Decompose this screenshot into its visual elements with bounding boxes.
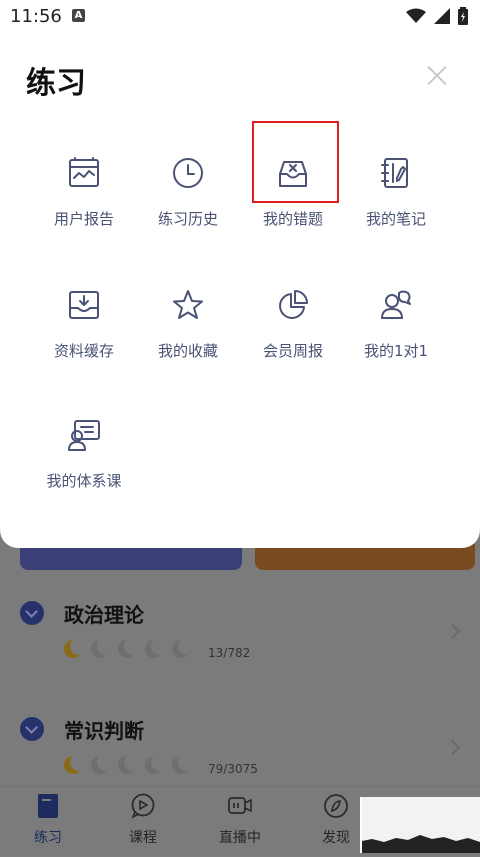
moon-icon <box>64 640 82 658</box>
teacher-board-icon <box>68 420 100 451</box>
section-count: 79/3075 <box>208 762 258 776</box>
play-bubble-icon <box>131 793 155 819</box>
book-icon <box>38 794 58 818</box>
star-icon <box>173 290 203 319</box>
moon-icon <box>91 756 109 774</box>
menu-item-label: 我的体系课 <box>46 472 122 490</box>
section-count: 13/782 <box>208 646 251 660</box>
moon-icon <box>145 756 163 774</box>
clock-icon <box>173 158 203 188</box>
moon-icon <box>172 756 190 774</box>
highlight-box <box>252 121 339 203</box>
tab-label: 直播中 <box>219 830 261 846</box>
moon-icon <box>91 640 109 658</box>
status-bar: 11:56 A <box>0 0 480 34</box>
menu-item-my-favorites[interactable]: 我的收藏 <box>136 288 240 372</box>
menu-item-label: 练习历史 <box>157 210 218 228</box>
chevron-down-icon <box>20 717 44 741</box>
tab-courses[interactable]: 课程 <box>103 793 183 847</box>
tab-practice[interactable]: 练习 <box>8 793 88 847</box>
menu-item-label: 我的错题 <box>262 210 323 228</box>
status-time: 11:56 <box>10 6 62 27</box>
close-icon[interactable] <box>426 64 448 86</box>
menu-item-system-course[interactable]: 我的体系课 <box>32 418 136 502</box>
report-chart-icon <box>69 157 99 187</box>
moon-icon <box>64 756 82 774</box>
tab-live[interactable]: 直播中 <box>200 793 280 847</box>
menu-item-label: 用户报告 <box>53 210 114 228</box>
chat-person-icon <box>381 290 411 319</box>
practice-menu-sheet: 练习 用户报告 练习历史 我的错题 我的笔记 资料缓存 我的收藏 会员周报 我的… <box>0 34 480 548</box>
sheet-title: 练习 <box>26 66 86 101</box>
chevron-right-icon <box>444 623 461 640</box>
menu-item-label: 资料缓存 <box>53 342 114 360</box>
menu-item-label: 我的收藏 <box>157 342 218 360</box>
thumbnail-preview <box>362 835 480 853</box>
menu-item-material-cache[interactable]: 资料缓存 <box>32 288 136 372</box>
signal-icon <box>434 8 450 24</box>
menu-item-my-notes[interactable]: 我的笔记 <box>344 156 448 240</box>
moon-icon <box>118 756 136 774</box>
section-title: 常识判断 <box>64 719 144 743</box>
menu-item-one-on-one[interactable]: 我的1对1 <box>344 288 448 372</box>
moon-icon <box>145 640 163 658</box>
menu-item-practice-history[interactable]: 练习历史 <box>136 156 240 240</box>
floating-thumbnail[interactable] <box>360 797 480 853</box>
notebook-icon <box>381 158 408 188</box>
notification-a-icon: A <box>72 9 85 22</box>
moon-icon <box>118 640 136 658</box>
menu-item-member-weekly[interactable]: 会员周报 <box>241 288 345 372</box>
progress-moons <box>64 640 190 658</box>
menu-item-label: 我的1对1 <box>363 342 429 360</box>
moon-icon <box>172 640 190 658</box>
menu-item-label: 会员周报 <box>262 342 323 360</box>
progress-moons <box>64 756 190 774</box>
compass-icon <box>324 794 348 818</box>
menu-item-label: 我的笔记 <box>365 210 426 228</box>
chevron-down-icon <box>20 601 44 625</box>
live-camera-icon <box>228 797 252 814</box>
wifi-icon <box>406 8 426 23</box>
tab-label: 课程 <box>129 830 157 846</box>
menu-item-user-report[interactable]: 用户报告 <box>32 156 136 240</box>
tab-label: 练习 <box>34 830 62 846</box>
battery-icon <box>458 7 468 25</box>
chevron-right-icon <box>444 739 461 756</box>
pie-chart-icon <box>279 290 308 319</box>
section-title: 政治理论 <box>64 603 144 627</box>
status-icons <box>406 7 468 25</box>
download-tray-icon <box>69 291 99 319</box>
